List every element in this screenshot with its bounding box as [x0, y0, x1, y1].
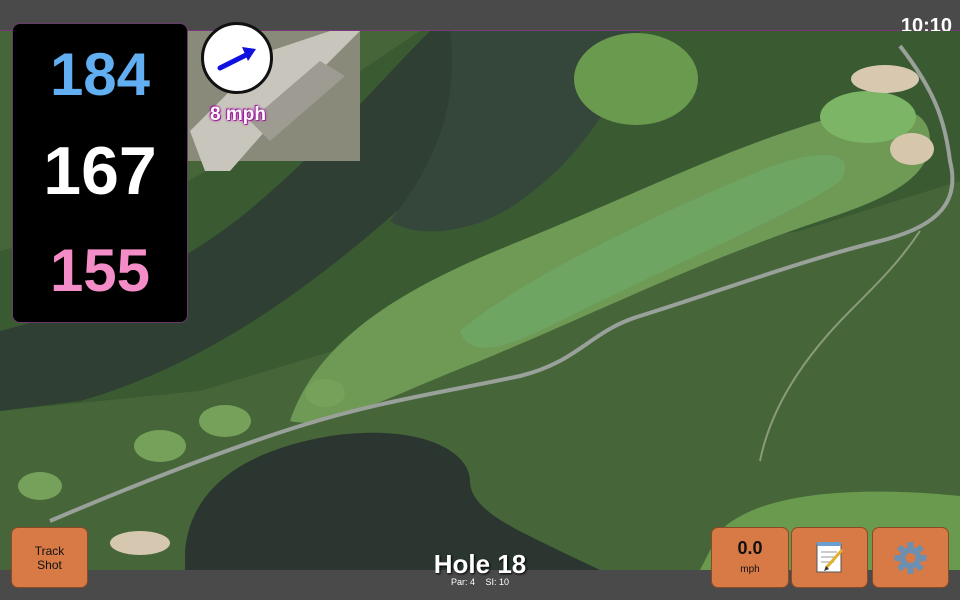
- wind-speed: 8 mph: [210, 104, 266, 125]
- settings-button[interactable]: [873, 528, 948, 587]
- si-label: SI: 10: [485, 577, 510, 587]
- notepad-icon: [816, 542, 844, 573]
- gear-icon: [894, 542, 927, 574]
- hole-info: Par: 4 SI: 10: [380, 577, 580, 587]
- track-shot-label-line1: Track: [34, 544, 65, 558]
- yardage-panel: 184 167 155: [12, 23, 188, 323]
- speed-button[interactable]: 0.0 mph: [712, 528, 788, 587]
- speed-value: 0.0: [737, 538, 763, 558]
- center-yardage: 167: [43, 133, 157, 209]
- par-label: Par: 4: [450, 577, 475, 587]
- track-shot-label-line2: Shot: [37, 558, 62, 572]
- wind-arrow-icon: [217, 47, 256, 71]
- hole-title: Hole 18: [433, 549, 527, 579]
- back-yardage: 184: [49, 41, 151, 108]
- speed-unit: mph: [740, 564, 760, 575]
- notes-button[interactable]: [792, 528, 867, 587]
- wind-indicator: [201, 22, 273, 94]
- front-yardage: 155: [49, 237, 151, 304]
- track-shot-button[interactable]: Track Shot: [12, 528, 87, 587]
